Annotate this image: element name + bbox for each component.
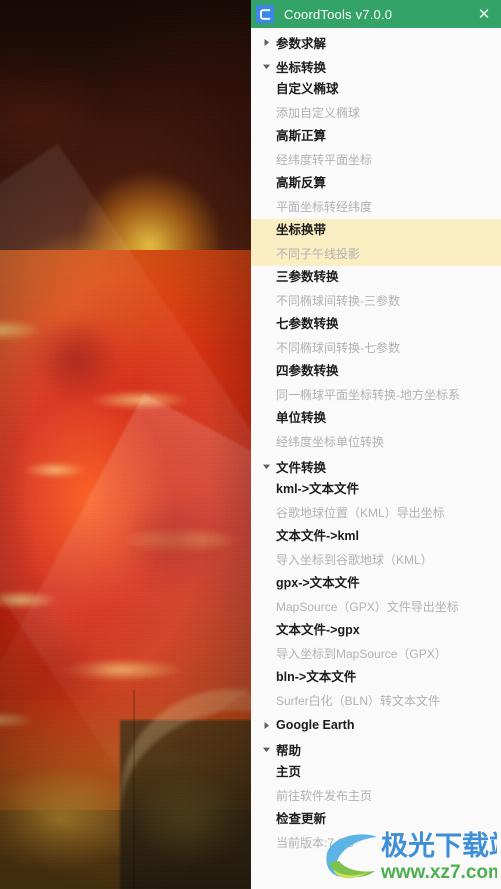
menu-group-label: Google Earth: [276, 718, 355, 732]
menu-item-title: 文本文件->kml: [276, 529, 360, 543]
menu-item[interactable]: kml->文本文件谷歌地球位置（KML）导出坐标: [251, 478, 501, 525]
fire-background-image: [0, 0, 251, 889]
menu-item[interactable]: bln->文本文件 Surfer白化（BLN）转文本文件: [251, 666, 501, 713]
menu-item-title: 单位转换: [276, 411, 327, 425]
chevron-down-icon[interactable]: [259, 59, 273, 73]
menu-item-title: 检查更新: [276, 812, 327, 826]
menu-item-title: 四参数转换: [276, 364, 339, 378]
menu-item[interactable]: 四参数转换同一椭球平面坐标转换-地方坐标系: [251, 360, 501, 407]
menu-item-title: 文本文件->gpx: [276, 623, 360, 637]
menu-item-title: kml->文本文件: [276, 482, 360, 496]
menu-item-description: 谷歌地球位置（KML）导出坐标: [276, 506, 445, 520]
menu-group-label: 帮助: [276, 743, 302, 758]
menu-item[interactable]: 自定义椭球添加自定义椭球: [251, 78, 501, 125]
chevron-right-icon[interactable]: [259, 718, 273, 732]
menu-item-title: 高斯正算: [276, 129, 327, 143]
menu-item-description: 平面坐标转经纬度: [276, 200, 373, 214]
menu-item-title: bln->文本文件: [276, 670, 357, 684]
menu-item[interactable]: 高斯反算平面坐标转经纬度: [251, 172, 501, 219]
menu-item-title: 七参数转换: [276, 317, 339, 331]
menu-item-title: 主页: [276, 765, 302, 779]
menu-item-description: Surfer白化（BLN）转文本文件: [276, 694, 441, 708]
menu-item-title: 三参数转换: [276, 270, 339, 284]
menu-item-description: 添加自定义椭球: [276, 106, 361, 120]
menu-item[interactable]: 三参数转换不同椭球间转换-三参数: [251, 266, 501, 313]
menu-group-2[interactable]: 坐标转换: [251, 54, 501, 78]
menu-item-description: 不同椭球间转换-三参数: [276, 294, 400, 308]
background-noise: [0, 0, 251, 889]
chevron-right-icon[interactable]: [259, 35, 273, 49]
menu-item[interactable]: 检查更新当前版本:7.0.0: [251, 808, 501, 855]
menu-group-label: 参数求解: [276, 36, 327, 51]
menu-item-description: 经纬度坐标单位转换: [276, 435, 385, 449]
menu-group-label: 文件转换: [276, 460, 327, 475]
menu-group-label: 坐标转换: [276, 60, 327, 75]
menu-item-title: 自定义椭球: [276, 82, 339, 96]
chevron-down-icon[interactable]: [259, 742, 273, 756]
menu-item[interactable]: 文本文件->gpx 导入坐标到MapSource（GPX）: [251, 619, 501, 666]
menu-item[interactable]: gpx->文本文件 MapSource（GPX）文件导出坐标: [251, 572, 501, 619]
menu-item-description: 不同子午线投影: [276, 247, 361, 261]
close-icon[interactable]: ✕: [467, 0, 501, 28]
coordtools-window: CoordTools v7.0.0 ✕ 参数求解坐标转换自定义椭球添加自定义椭球…: [251, 0, 501, 889]
menu-item[interactable]: 七参数转换不同椭球间转换-七参数: [251, 313, 501, 360]
navigation-menu: 参数求解坐标转换自定义椭球添加自定义椭球 高斯正算经纬度转平面坐标 高斯反算平面坐标…: [251, 28, 501, 889]
menu-item[interactable]: 文本文件->kml 导入坐标到谷歌地球（KML）: [251, 525, 501, 572]
menu-group-4[interactable]: Google Earth: [251, 713, 501, 737]
menu-item[interactable]: 主页前往软件发布主页: [251, 761, 501, 808]
menu-item-description: 导入坐标到谷歌地球（KML）: [276, 553, 433, 567]
menu-item-description: MapSource（GPX）文件导出坐标: [276, 600, 459, 614]
menu-item-title: 高斯反算: [276, 176, 327, 190]
menu-item-description: 导入坐标到MapSource（GPX）: [276, 647, 447, 661]
menu-group-5[interactable]: 帮助: [251, 737, 501, 761]
menu-item[interactable]: 高斯正算经纬度转平面坐标: [251, 125, 501, 172]
menu-item-title: gpx->文本文件: [276, 576, 360, 590]
screenshot-root: CoordTools v7.0.0 ✕ 参数求解坐标转换自定义椭球添加自定义椭球…: [0, 0, 501, 889]
menu-item-title: 坐标换带: [276, 223, 327, 237]
menu-item-description: 不同椭球间转换-七参数: [276, 341, 400, 355]
menu-item[interactable]: 坐标换带不同子午线投影: [251, 219, 501, 266]
menu-item-description: 同一椭球平面坐标转换-地方坐标系: [276, 388, 460, 402]
menu-group-3[interactable]: 文件转换: [251, 454, 501, 478]
coordtools-c-icon: [256, 5, 274, 23]
chevron-down-icon[interactable]: [259, 459, 273, 473]
menu-item-description: 经纬度转平面坐标: [276, 153, 373, 167]
menu-item-description: 当前版本:7.0.0: [276, 836, 355, 850]
title-bar: CoordTools v7.0.0 ✕: [251, 0, 501, 28]
window-title: CoordTools v7.0.0: [284, 6, 393, 22]
menu-item-description: 前往软件发布主页: [276, 789, 373, 803]
menu-item[interactable]: 单位转换经纬度坐标单位转换: [251, 407, 501, 454]
menu-group-1[interactable]: 参数求解: [251, 30, 501, 54]
